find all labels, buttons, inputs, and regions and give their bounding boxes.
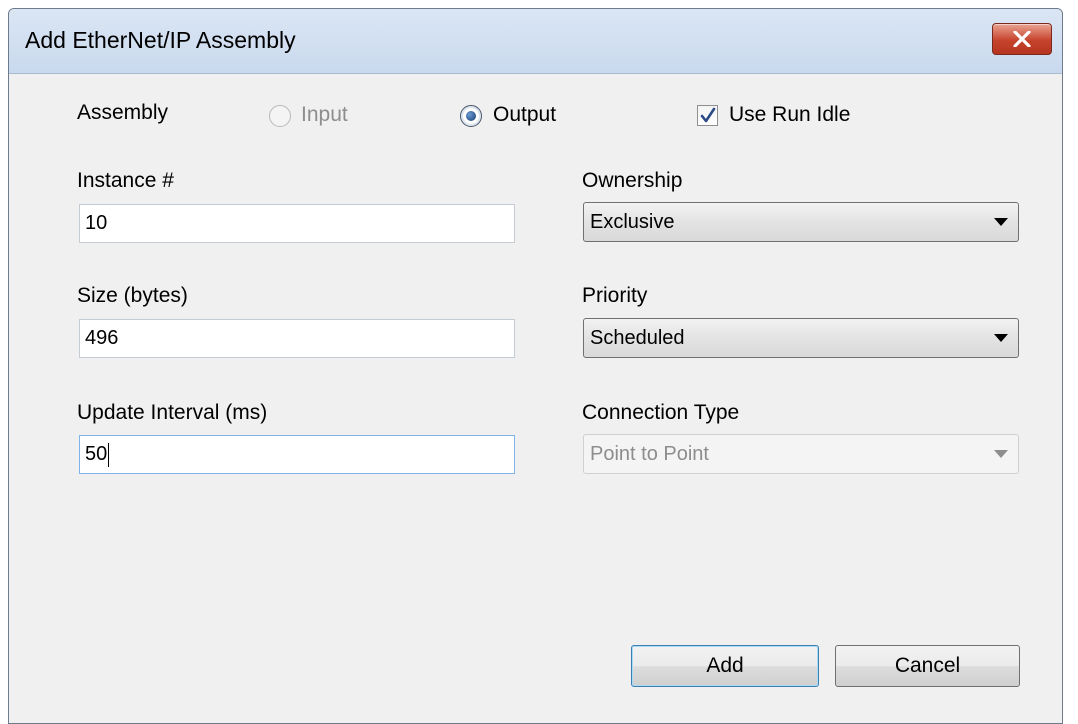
instance-input[interactable]: 10	[79, 204, 515, 243]
add-button[interactable]: Add	[631, 645, 819, 687]
dialog-title: Add EtherNet/IP Assembly	[25, 27, 296, 53]
cancel-button[interactable]: Cancel	[835, 645, 1020, 687]
update-interval-input[interactable]: 50	[79, 435, 515, 474]
ownership-label: Ownership	[582, 169, 683, 192]
radio-selected-dot	[466, 111, 476, 121]
update-interval-label: Update Interval (ms)	[77, 401, 268, 424]
chevron-down-icon	[994, 334, 1008, 342]
output-radio[interactable]	[460, 105, 482, 127]
priority-value: Scheduled	[590, 327, 685, 349]
ownership-value: Exclusive	[590, 211, 675, 233]
priority-dropdown[interactable]: Scheduled	[583, 318, 1019, 358]
priority-label: Priority	[582, 284, 648, 307]
use-run-idle-label: Use Run Idle	[729, 103, 851, 126]
connection-type-value: Point to Point	[590, 443, 709, 465]
title-bar[interactable]: Add EtherNet/IP Assembly	[9, 9, 1062, 74]
checkmark-icon	[700, 107, 716, 123]
input-radio[interactable]	[269, 105, 291, 127]
size-input[interactable]: 496	[79, 319, 515, 358]
ownership-dropdown[interactable]: Exclusive	[583, 202, 1019, 242]
connection-type-dropdown: Point to Point	[583, 434, 1019, 474]
size-label: Size (bytes)	[77, 284, 188, 307]
close-button[interactable]	[992, 23, 1052, 55]
chevron-down-icon	[994, 218, 1008, 226]
text-caret	[108, 442, 110, 467]
dialog-window: Add EtherNet/IP Assembly Assembly Input …	[8, 8, 1063, 724]
instance-label: Instance #	[77, 169, 174, 192]
connection-type-label: Connection Type	[582, 401, 740, 424]
use-run-idle-checkbox[interactable]	[697, 105, 718, 126]
output-radio-label: Output	[493, 103, 557, 126]
close-x-icon	[1013, 31, 1031, 47]
assembly-label: Assembly	[77, 101, 169, 124]
update-interval-value: 50	[85, 443, 108, 465]
chevron-down-icon	[994, 450, 1008, 458]
input-radio-label: Input	[301, 103, 348, 126]
